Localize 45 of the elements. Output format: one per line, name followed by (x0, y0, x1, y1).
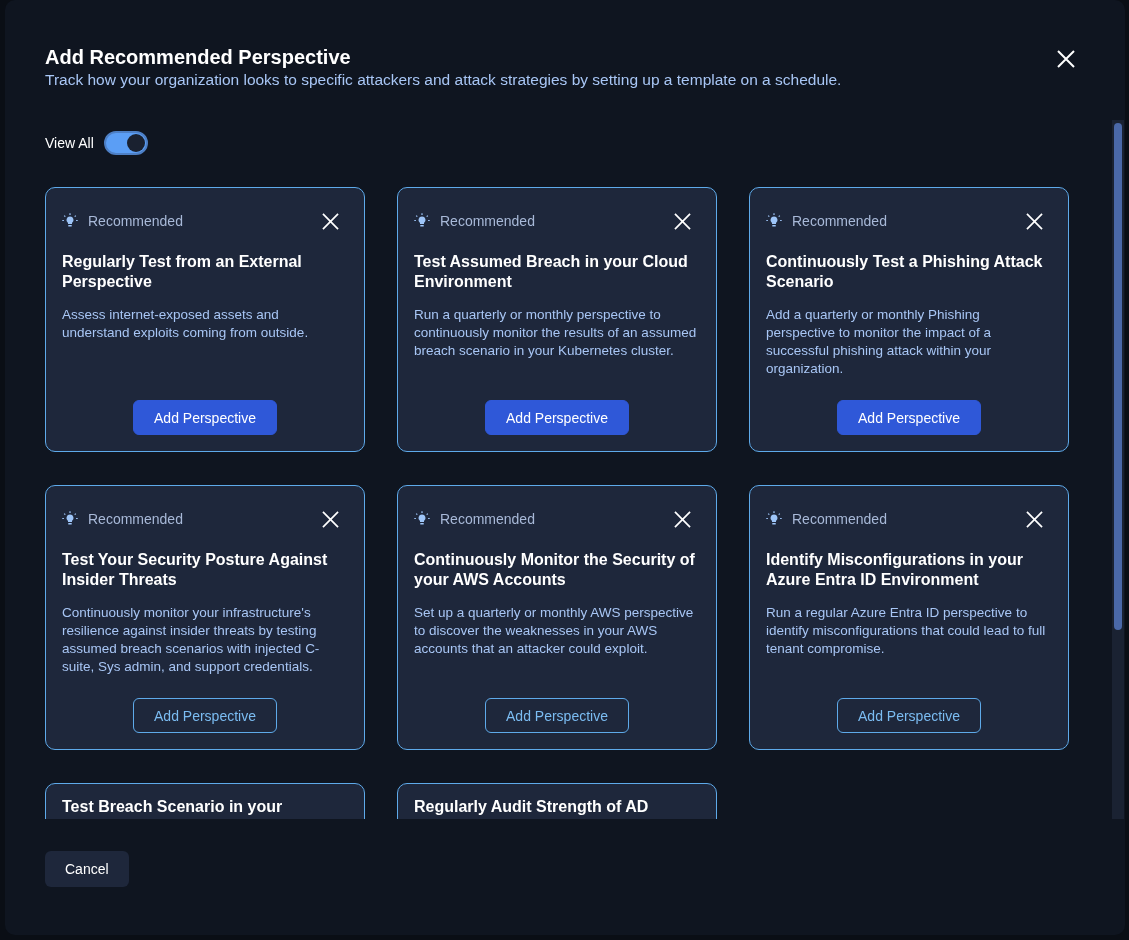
card-title: Regularly Test from an External Perspective (62, 252, 303, 292)
card-title: Test Your Security Posture Against Insider Threats (62, 550, 329, 590)
card-description: Add a quarterly or monthly Phishing perspective to monitor the impact of a successful phishing attack within your organization. (766, 306, 993, 378)
recommended-label: Recommended (88, 511, 184, 527)
scrollbar[interactable] (1112, 120, 1124, 819)
recommended-label: Recommended (792, 511, 888, 527)
close-icon[interactable] (322, 212, 339, 230)
card-description: Assess internet-exposed assets and understand exploits coming from outside. (62, 306, 310, 342)
add-perspective-button[interactable]: Add Perspective (133, 400, 277, 435)
card-description: Set up a quarterly or monthly AWS perspective to discover the weaknesses in your AWS accounts that an attacker could exploit. (414, 604, 695, 658)
card-title: Test Breach Scenario in your (62, 797, 284, 817)
add-perspective-button[interactable]: Add Perspective (837, 400, 981, 435)
close-icon[interactable] (1057, 50, 1075, 68)
card-title: Test Assumed Breach in your Cloud Environment (414, 252, 689, 292)
dialog-title: Add Recommended Perspective (45, 45, 352, 70)
close-icon[interactable] (322, 510, 339, 528)
card-title: Continuously Test a Phishing Attack Scenario (766, 252, 1044, 292)
cancel-button[interactable]: Cancel (45, 851, 129, 887)
lightbulb-icon (766, 511, 782, 527)
add-perspective-button[interactable]: Add Perspective (485, 698, 629, 733)
lightbulb-icon (62, 511, 78, 527)
card-title: Regularly Audit Strength of AD (414, 797, 650, 817)
close-icon[interactable] (1026, 510, 1043, 528)
close-icon[interactable] (1026, 212, 1043, 230)
add-perspective-button[interactable]: Add Perspective (133, 698, 277, 733)
dialog-subtitle: Track how your organization looks to specific attackers and attack strategies by setting up a template on a schedule. (45, 70, 842, 90)
toggle-label: View All (45, 135, 94, 151)
recommended-label: Recommended (88, 213, 184, 229)
recommended-label: Recommended (440, 213, 536, 229)
add-perspective-button[interactable]: Add Perspective (837, 698, 981, 733)
lightbulb-icon (414, 213, 430, 229)
close-icon[interactable] (674, 212, 691, 230)
card-description: Continuously monitor your infrastructure's resilience against insider threats by testing assumed breach scenarios with injected C-suite, Sys admin, and support credentials. (62, 604, 321, 676)
lightbulb-icon (62, 213, 78, 229)
card-description: Run a regular Azure Entra ID perspective to identify misconfigurations that could lead to full tenant compromise. (766, 604, 1047, 658)
add-perspective-button[interactable]: Add Perspective (485, 400, 629, 435)
lightbulb-icon (766, 213, 782, 229)
card-title: Continuously Monitor the Security of your AWS Accounts (414, 550, 696, 590)
lightbulb-icon (414, 511, 430, 527)
recommended-label: Recommended (792, 213, 888, 229)
view-all-toggle[interactable] (103, 131, 148, 155)
close-icon[interactable] (674, 510, 691, 528)
card-description: Run a quarterly or monthly perspective to continuously monitor the results of an assumed breach scenario in your Kubernetes cluster. (414, 306, 698, 360)
recommended-label: Recommended (440, 511, 536, 527)
card-title: Identify Misconfigurations in your Azure Entra ID Environment (766, 550, 1024, 590)
